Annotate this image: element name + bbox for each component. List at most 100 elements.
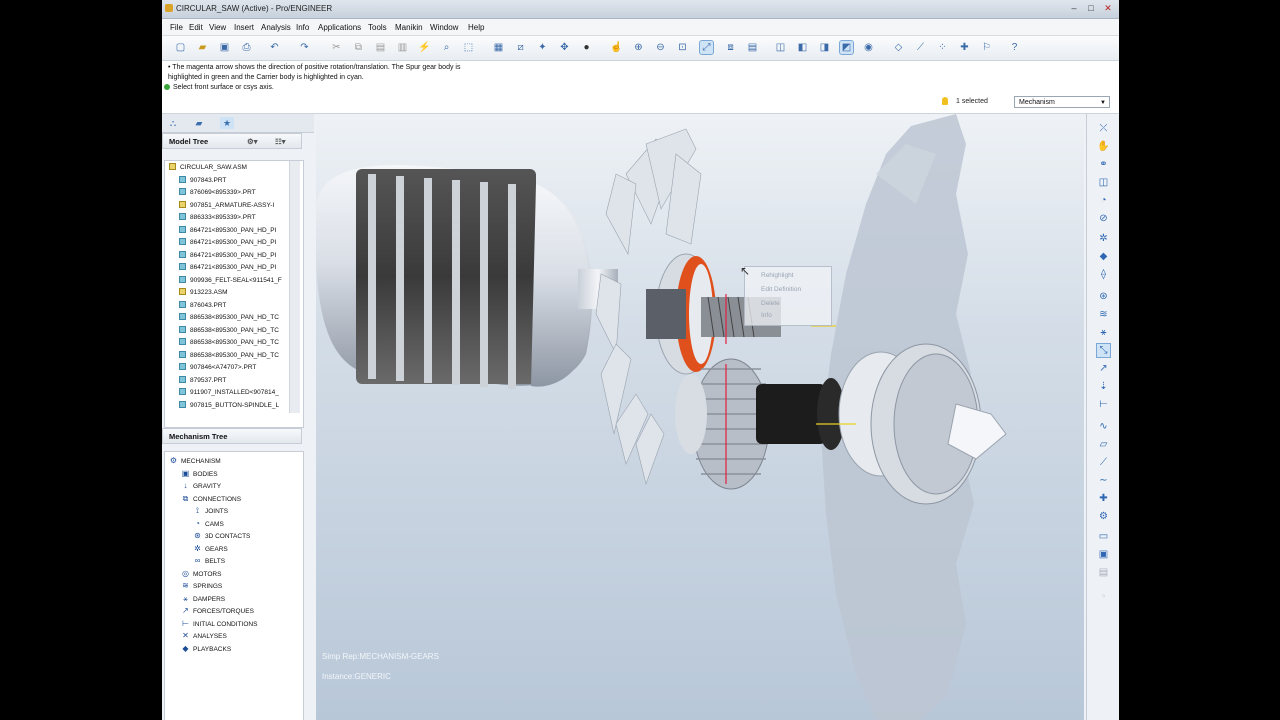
folder-browser-tab-icon[interactable]: ▰ [192,117,206,129]
regenerate-icon[interactable]: ⚡ [418,41,431,54]
spring-icon[interactable]: ≋ [1097,308,1110,321]
connect-icon[interactable]: ⚭ [1097,158,1110,171]
gear-pair-icon[interactable]: ⤡ [1096,343,1111,358]
select-icon[interactable]: ⬚ [462,41,475,54]
playback-icon[interactable]: ▱ [1097,438,1110,451]
model-tree-item[interactable]: 911907_INSTALLED<907814_ [179,387,279,400]
model-tree-item[interactable]: 886538<895300_PAN_HD_TC [179,325,279,338]
menu-info[interactable]: Info [296,23,309,32]
selection-filter-dropdown[interactable]: Mechanism ▼ [1014,96,1110,108]
mechanism-tree-item[interactable]: ◆ PLAYBACKS [181,643,231,656]
tree-columns-icon[interactable]: ☷▾ [275,134,286,150]
force-icon[interactable]: ↗ [1097,362,1110,375]
ctx-delete[interactable]: Delete [761,300,780,307]
mechanism-tree-item[interactable]: ◔ CAMS [193,518,224,531]
mechanism-tree-item[interactable]: ∞ BELTS [193,555,225,568]
model-tree-scrollbar[interactable] [289,161,300,413]
menu-help[interactable]: Help [468,23,484,32]
initial-condition-icon[interactable]: ⊢ [1097,398,1110,411]
datum-planes-icon[interactable]: ◇ [892,41,905,54]
open-folder-icon[interactable]: ▰ [196,41,209,54]
mechanism-tree-item[interactable]: ↗ FORCES/TORQUES [181,605,254,618]
favorites-tab-icon[interactable]: ★ [220,117,234,129]
zoom-fit-icon[interactable]: ⊡ [676,41,689,54]
pan-icon[interactable]: ☝ [610,41,623,54]
menu-view[interactable]: View [209,23,226,32]
drag-icon[interactable]: ✋ [1097,140,1110,153]
hidden-line-icon[interactable]: ◧ [796,41,809,54]
menu-window[interactable]: Window [430,23,458,32]
cam-icon[interactable]: ◔ [1097,194,1110,207]
menu-file[interactable]: File [170,23,183,32]
mechanism-tree-item[interactable]: ⊢ INITIAL CONDITIONS [181,618,257,631]
model-tree-item[interactable]: CIRCULAR_SAW.ASM [169,162,247,175]
shaded-icon[interactable]: ◩ [839,40,854,55]
model-tree-item[interactable]: 913223.ASM [179,287,228,300]
model-tree-header[interactable]: Model Tree ⚙▾ ☷▾ [162,133,302,149]
csys-toolbar-icon[interactable]: ✚ [1097,492,1110,505]
trace-curve-icon[interactable]: ∼ [1097,474,1110,487]
model-tree-item[interactable]: 864721<895300_PAN_HD_PI [179,237,276,250]
model-tree-item[interactable]: 886333<895339>.PRT [179,212,256,225]
mechanism-tree-item[interactable]: ✲ GEARS [193,543,228,556]
datum-points-icon[interactable]: ⁘ [936,41,949,54]
orient-icon[interactable]: ✥ [558,41,571,54]
csys-icon[interactable]: ✚ [958,41,971,54]
menu-analysis[interactable]: Analysis [261,23,291,32]
named-views-icon[interactable]: ⧈ [724,41,737,54]
zoom-in-icon[interactable]: ⊕ [632,41,645,54]
mechanism-view-icon[interactable]: ⤢ [699,40,714,55]
graphics-viewport[interactable]: Rehighlight Edit Definition Delete Info … [316,114,1084,720]
measure-icon[interactable]: ⟋ [1097,456,1110,469]
model-tree-item[interactable]: 909936_FELT-SEAL<911541_F [179,275,282,288]
mechanism-tree-item[interactable]: ⚹ DAMPERS [181,593,225,606]
analysis-icon[interactable]: ∿ [1097,420,1110,433]
model-tree-item[interactable]: 907843.PRT [179,175,226,188]
menu-insert[interactable]: Insert [234,23,254,32]
mechanism-tree-item[interactable]: ⧉ CONNECTIONS [181,493,241,506]
motor-icon[interactable]: ⊛ [1097,290,1110,303]
mechanism-tree-header[interactable]: Mechanism Tree [162,428,302,444]
spin-center-icon[interactable]: ✦ [536,41,549,54]
mechanism-tree-item[interactable]: ↓ GRAVITY [181,480,222,493]
datum-axes-icon[interactable]: ⟋ [914,41,927,54]
whats-this-icon[interactable]: ? [1008,41,1021,54]
gravity-icon[interactable]: ⇣ [1097,380,1110,393]
mechanism-tree-item[interactable]: ⊛ 3D CONTACTS [193,530,250,543]
damper-icon[interactable]: ⚹ [1097,326,1110,339]
model-tree-item[interactable]: 886538<895300_PAN_HD_TC [179,350,279,363]
mechanism-tree-item[interactable]: ≋ SPRINGS [181,580,222,593]
spur-gear[interactable] [675,358,770,490]
ruler-icon[interactable]: ⧄ [514,41,527,54]
repaint-icon[interactable]: ▦ [492,41,505,54]
mechanism-tree-item[interactable]: ⚙ MECHANISM [169,455,221,468]
print-icon[interactable]: ⎙ [240,41,253,54]
model-tree-item[interactable]: 864721<895300_PAN_HD_PI [179,262,276,275]
no-hidden-icon[interactable]: ◨ [818,41,831,54]
slot-icon[interactable]: ⊘ [1097,212,1110,225]
paste-icon[interactable]: ▤ [374,41,387,54]
ctx-info[interactable]: Info [761,312,772,319]
model-tree-item[interactable]: 886538<895300_PAN_HD_TC [179,337,279,350]
model-tree-item[interactable]: 907846<A74707>.PRT [179,362,256,375]
cut-icon[interactable]: ✂ [330,41,343,54]
body-icon[interactable]: ◫ [1097,176,1110,189]
layers-icon[interactable]: ▤ [746,41,759,54]
model-tree-item[interactable]: 907851_ARMATURE-ASSY-I [179,200,274,213]
mechanism-tree-item[interactable]: ▣ BODIES [181,468,218,481]
model-tree-item[interactable]: 864721<895300_PAN_HD_PI [179,225,276,238]
motor-housing[interactable] [316,164,618,389]
wireframe-icon[interactable]: ◫ [774,41,787,54]
ctx-rehighlight[interactable]: Rehighlight [761,272,794,279]
menu-manikin[interactable]: Manikin [395,23,423,32]
mechanism-connect-icon[interactable]: ⤫ [1097,122,1110,135]
mechanism-tree-item[interactable]: ◎ MOTORS [181,568,221,581]
menu-edit[interactable]: Edit [189,23,203,32]
ctx-edit-definition[interactable]: Edit Definition [761,286,801,293]
tree-settings-icon[interactable]: ⚙▾ [247,134,258,150]
model-tree-item[interactable]: 907815_BUTTON-SPINDLE_L [179,400,279,413]
model-tree-item[interactable]: 864721<895300_PAN_HD_PI [179,250,276,263]
redo-icon[interactable]: ↷ [298,41,311,54]
servo-motor-icon[interactable]: ⟠ [1097,268,1110,281]
zoom-out-icon[interactable]: ⊖ [654,41,667,54]
